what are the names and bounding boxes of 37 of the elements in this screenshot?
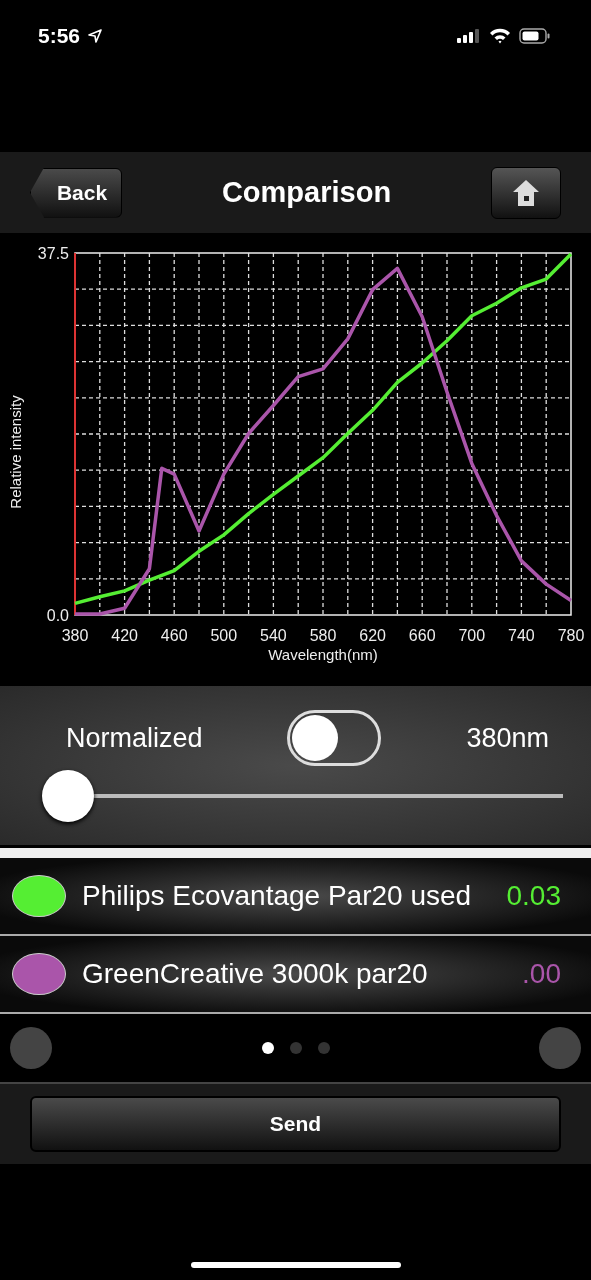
page-dot[interactable] — [317, 1042, 330, 1054]
y-tick-label: 0.0 — [46, 607, 69, 624]
y-tick-label: 37.5 — [37, 245, 69, 262]
page-dot[interactable] — [289, 1042, 302, 1054]
home-button[interactable] — [491, 166, 561, 219]
page-dot[interactable] — [261, 1042, 274, 1054]
x-tick-label: 460 — [160, 627, 188, 644]
x-tick-label: 620 — [359, 627, 386, 644]
x-tick-label: 380 — [61, 627, 89, 644]
x-axis-title: Wavelength(nm) — [268, 646, 378, 663]
lamp-row[interactable]: Philips Ecovantage Par20 used 0.03 — [0, 858, 591, 936]
status-time: 5:56 — [38, 24, 81, 48]
send-button[interactable]: Send — [30, 1096, 561, 1152]
x-tick-label: 540 — [260, 627, 287, 644]
battery-icon — [519, 28, 551, 44]
back-button[interactable]: Back — [30, 167, 122, 218]
wifi-icon — [489, 28, 511, 44]
x-tick-label: 500 — [210, 627, 238, 644]
wavelength-reading: 380nm — [466, 722, 549, 754]
x-tick-label: 780 — [557, 627, 585, 644]
lamp-name: GreenCreative 3000k par20 — [82, 958, 429, 990]
x-tick-label: 580 — [309, 627, 337, 644]
x-tick-label: 420 — [111, 627, 138, 644]
normalized-toggle[interactable] — [287, 710, 382, 766]
lamp-name: Philips Ecovantage Par20 used — [82, 880, 473, 912]
signal-icon — [457, 29, 481, 43]
screen-title: Comparison — [221, 176, 392, 209]
normalized-label: Normalized — [66, 722, 203, 754]
location-arrow-icon — [88, 29, 103, 43]
lamp-value: 0.03 — [506, 880, 561, 912]
x-tick-label: 740 — [508, 627, 535, 644]
lamp-row[interactable]: GreenCreative 3000k par20 .00 — [0, 936, 591, 1014]
home-icon — [511, 177, 541, 208]
x-tick-label: 660 — [408, 627, 436, 644]
y-axis-title: Relative intensity — [7, 395, 24, 509]
lamp-value: .00 — [522, 958, 561, 990]
x-tick-label: 700 — [458, 627, 486, 644]
